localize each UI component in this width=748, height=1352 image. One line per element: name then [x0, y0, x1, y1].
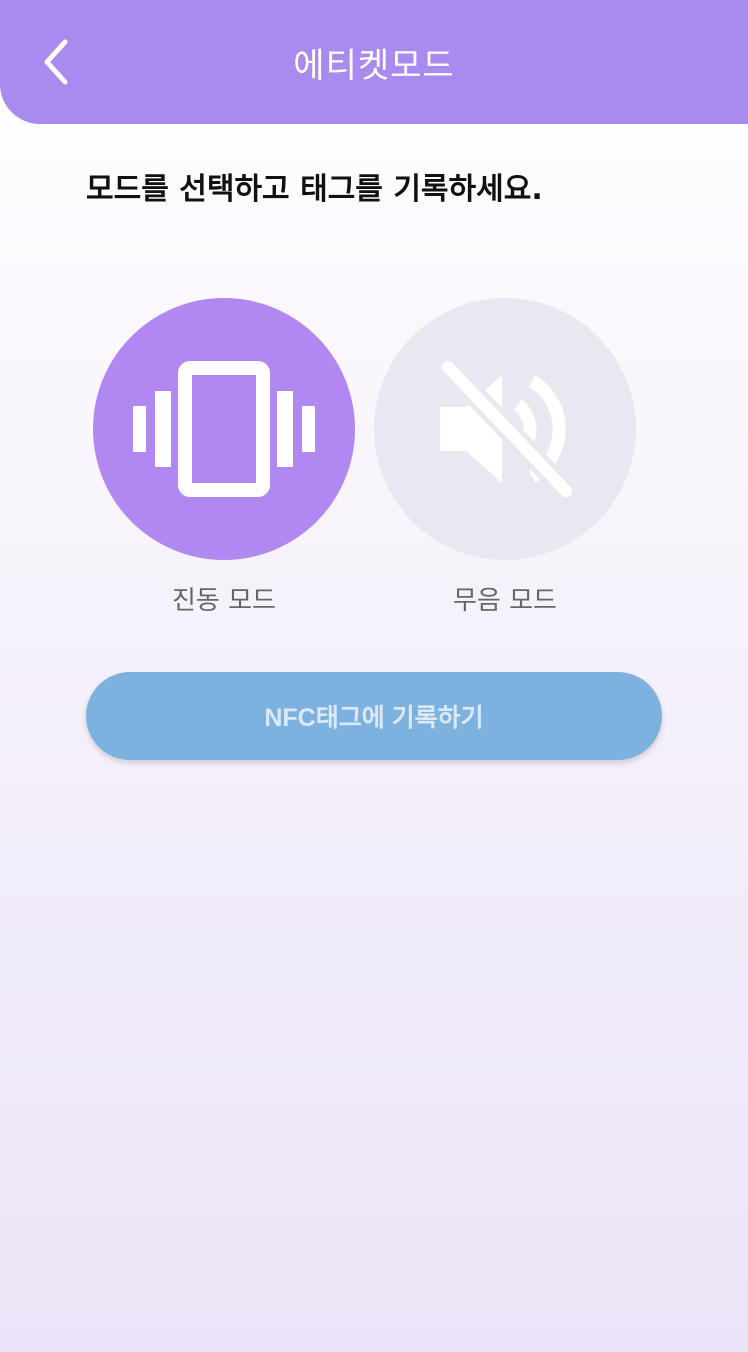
vibrate-mode-option[interactable]: 진동 모드 — [93, 298, 355, 617]
vibrate-mode-label: 진동 모드 — [172, 586, 276, 616]
volume-off-icon — [437, 359, 577, 499]
silent-mode-circle[interactable] — [374, 298, 636, 560]
app-header: 에티켓모드 — [0, 0, 748, 124]
silent-mode-label: 무음 모드 — [453, 586, 557, 616]
vibrate-mode-circle[interactable] — [93, 298, 355, 560]
write-nfc-tag-button[interactable]: NFC태그에 기록하기 — [86, 672, 662, 760]
vibrate-phone-icon — [133, 361, 315, 497]
instruction-text: 모드를 선택하고 태그를 기록하세요. — [86, 172, 543, 207]
page-title: 에티켓모드 — [293, 46, 455, 86]
silent-mode-option[interactable]: 무음 모드 — [374, 298, 636, 617]
